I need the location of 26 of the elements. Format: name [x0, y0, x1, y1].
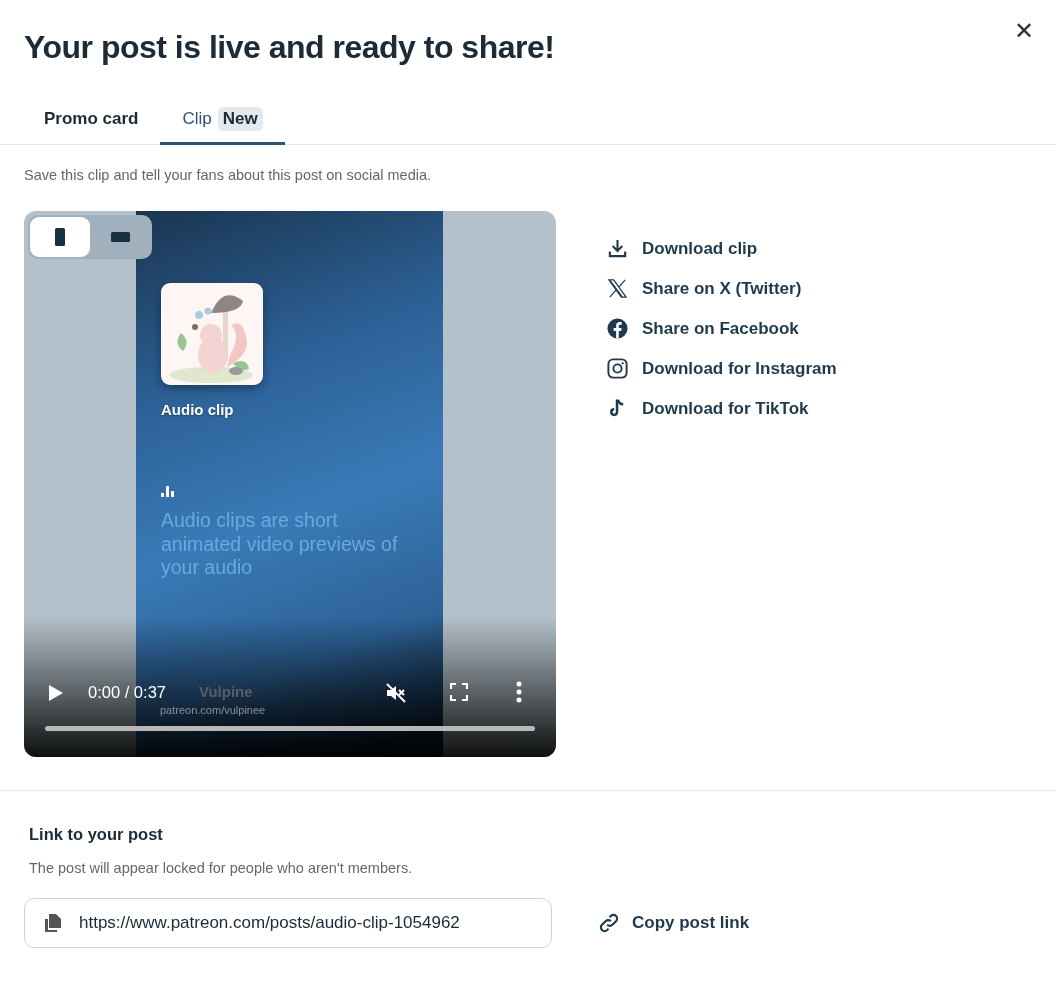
tab[interactable]: Clip New: [160, 101, 285, 145]
description-text: Save this clip and tell your fans about this post on social media.: [24, 167, 433, 183]
portrait-toggle[interactable]: [30, 217, 90, 257]
instagram-icon: [606, 357, 629, 380]
close-button[interactable]: ✕: [1014, 16, 1034, 46]
x-logo-icon: [606, 277, 629, 300]
copy-link-button[interactable]: Copy post link: [598, 912, 750, 934]
download-icon: [606, 237, 629, 260]
post-link-field[interactable]: https://www.patreon.com/posts/audio-clip-1054962: [24, 898, 552, 948]
link-heading: Link to your post: [29, 825, 164, 844]
landscape-icon: [110, 232, 130, 242]
dialog-title: Your post is live and ready to share!: [24, 28, 555, 66]
link-icon: [598, 912, 620, 934]
creator-name: Vulpine: [199, 683, 253, 700]
creator-url: patreon.com/vulpinee: [160, 704, 266, 716]
new-badge: New: [217, 107, 263, 131]
portrait-icon: [55, 228, 65, 246]
playback-time: 0:00 / 0:37: [88, 683, 166, 702]
clip-title: Audio clip: [161, 401, 234, 418]
progress-track[interactable]: [45, 726, 535, 731]
copy-icon: [43, 913, 63, 933]
fullscreen-button[interactable]: [450, 683, 468, 704]
audio-bars-icon: [161, 486, 175, 497]
link-note: The post will appear locked for people who aren't members.: [29, 860, 414, 876]
facebook-icon: [606, 317, 629, 340]
tab[interactable]: Promo card: [22, 101, 161, 145]
